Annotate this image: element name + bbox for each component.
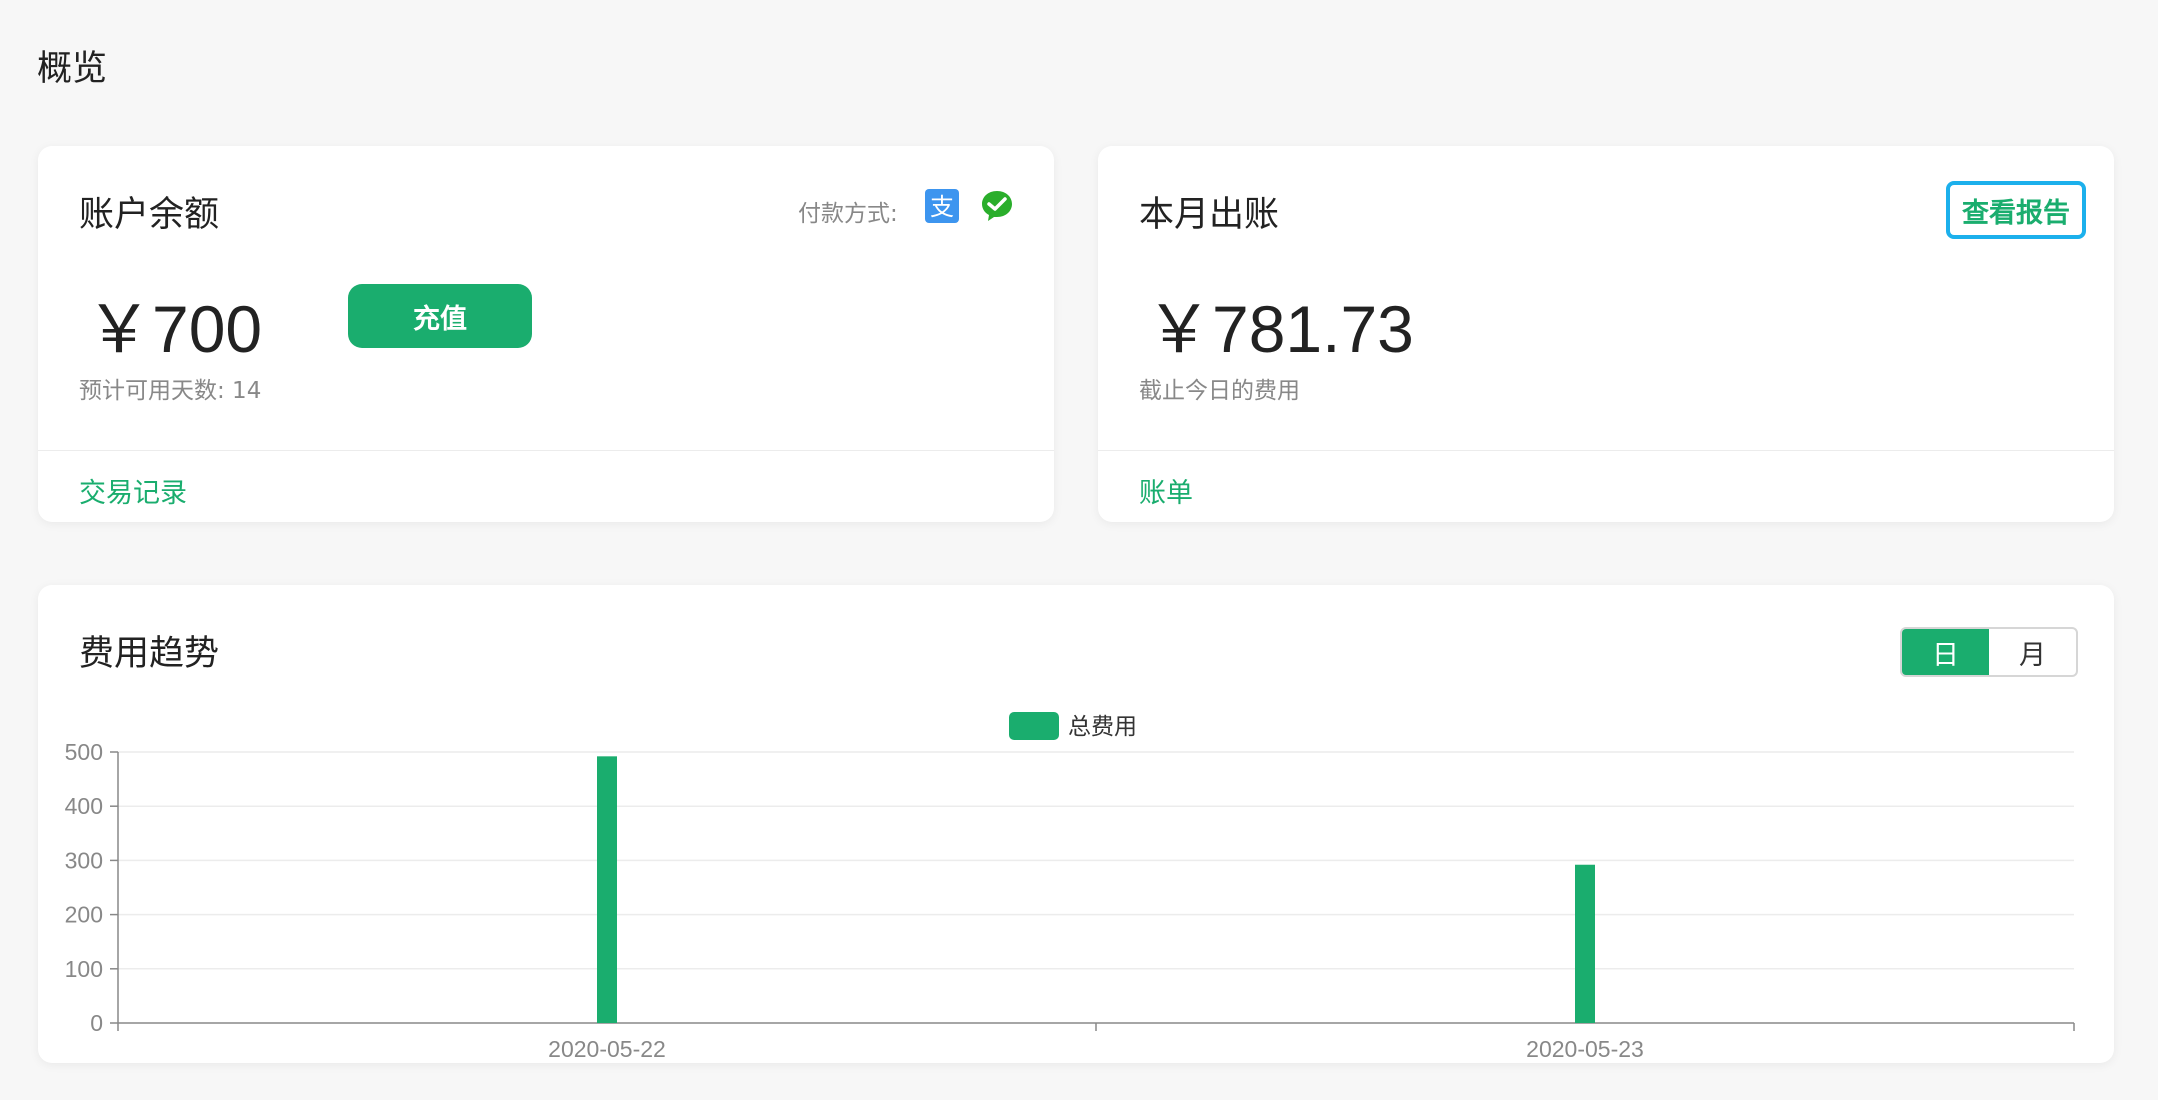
y-tick-label: 0 [90, 1010, 103, 1036]
y-tick-label: 100 [65, 956, 103, 982]
wechat-pay-icon[interactable] [980, 189, 1014, 223]
card-divider [38, 450, 1054, 451]
balance-amount: ￥700 [86, 292, 263, 366]
bill-card-title: 本月出账 [1139, 195, 1280, 235]
cost-trend-card: 费用趋势 日 月 0 100 200 300 400 500 2020-05-22 2020-… [38, 585, 2114, 1063]
recharge-button[interactable]: 充值 [348, 284, 532, 348]
x-tick-label: 2020-05-22 [548, 1036, 666, 1062]
page-title: 概览 [37, 49, 108, 89]
bill-amount: ￥781.73 [1146, 292, 1414, 366]
account-balance-card: 账户余额 付款方式: 支 ￥700 充值 预计可用天数: 14 交易记录 [38, 146, 1054, 522]
view-report-button[interactable]: 查看报告 [1946, 181, 2086, 239]
payment-method-label: 付款方式: [798, 201, 898, 227]
y-tick-label: 400 [65, 793, 103, 819]
bar-2020-05-23 [1575, 864, 1595, 1023]
y-tick-label: 500 [65, 739, 103, 765]
y-tick-label: 300 [65, 847, 103, 873]
legend-swatch [1009, 712, 1059, 740]
legend-label: 总费用 [1068, 714, 1137, 740]
card-divider [1098, 450, 2114, 451]
balance-card-title: 账户余额 [79, 195, 220, 235]
bill-link[interactable]: 账单 [1139, 471, 1193, 510]
x-tick-label: 2020-05-23 [1526, 1036, 1644, 1062]
transaction-records-link[interactable]: 交易记录 [79, 471, 187, 510]
y-tick-label: 200 [65, 902, 103, 928]
bill-sub-text: 截止今日的费用 [1139, 378, 1300, 404]
alipay-icon[interactable]: 支 [925, 189, 959, 223]
cost-trend-chart: 0 100 200 300 400 500 2020-05-22 2020-05-23 总费用 [65, 712, 2075, 1062]
estimated-days-text: 预计可用天数: 14 [79, 378, 262, 404]
monthly-bill-card: 本月出账 查看报告 ￥781.73 截止今日的费用 账单 [1098, 146, 2114, 522]
bar-2020-05-22 [597, 756, 617, 1023]
svg-text:支: 支 [930, 193, 954, 221]
